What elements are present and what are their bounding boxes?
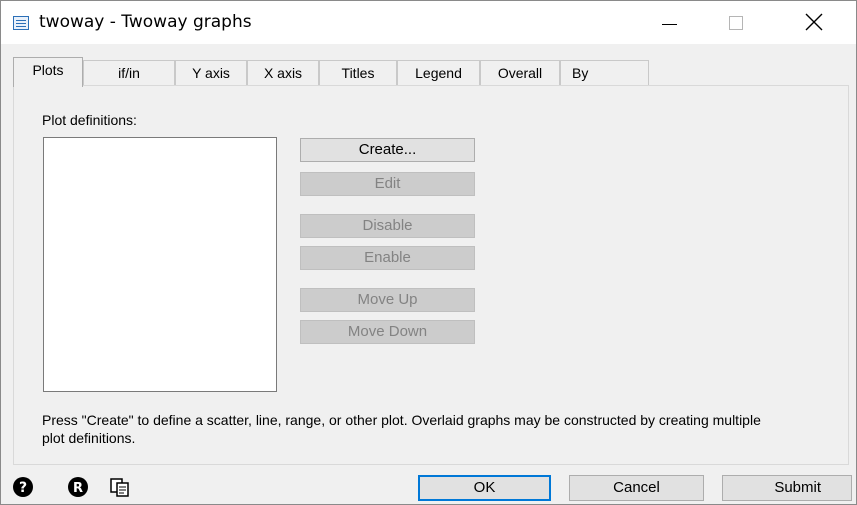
submit-button[interactable]: Submit	[722, 475, 852, 501]
copy-command-icon[interactable]	[109, 476, 131, 498]
plots-hint-text: Press "Create" to define a scatter, line…	[42, 412, 761, 446]
tab-if-in[interactable]: if/in	[83, 60, 175, 86]
minimize-icon	[662, 24, 677, 25]
tab-y-axis[interactable]: Y axis	[175, 60, 247, 86]
svg-text:R: R	[73, 481, 83, 496]
tab-plots[interactable]: Plots	[13, 57, 83, 87]
maximize-button[interactable]	[713, 1, 759, 44]
tab-strip: Plots if/in Y axis X axis Titles Legend …	[13, 57, 649, 87]
plot-definitions-label: Plot definitions:	[42, 112, 137, 128]
tab-x-axis[interactable]: X axis	[247, 60, 319, 86]
close-button[interactable]	[791, 1, 837, 44]
enable-button[interactable]: Enable	[300, 246, 475, 270]
help-icon[interactable]: ?	[12, 476, 34, 498]
tab-overall[interactable]: Overall	[480, 60, 560, 86]
dialog-window: twoway - Twoway graphs Plots if/in Y axi…	[0, 0, 857, 505]
app-icon	[13, 16, 29, 30]
move-down-button[interactable]: Move Down	[300, 320, 475, 344]
cancel-button[interactable]: Cancel	[569, 475, 704, 501]
tab-by[interactable]: By	[560, 60, 649, 86]
reset-icon[interactable]: R	[67, 476, 89, 498]
edit-button[interactable]: Edit	[300, 172, 475, 196]
ok-button[interactable]: OK	[418, 475, 551, 501]
svg-text:?: ?	[19, 480, 27, 496]
plot-definitions-list[interactable]	[43, 137, 277, 392]
minimize-button[interactable]	[646, 1, 692, 44]
tab-titles[interactable]: Titles	[319, 60, 397, 86]
tab-legend[interactable]: Legend	[397, 60, 480, 86]
close-icon	[805, 13, 823, 31]
disable-button[interactable]: Disable	[300, 214, 475, 238]
window-title: twoway - Twoway graphs	[39, 12, 252, 32]
move-up-button[interactable]: Move Up	[300, 288, 475, 312]
maximize-icon	[729, 16, 743, 30]
title-bar: twoway - Twoway graphs	[1, 1, 856, 44]
create-button[interactable]: Create...	[300, 138, 475, 162]
